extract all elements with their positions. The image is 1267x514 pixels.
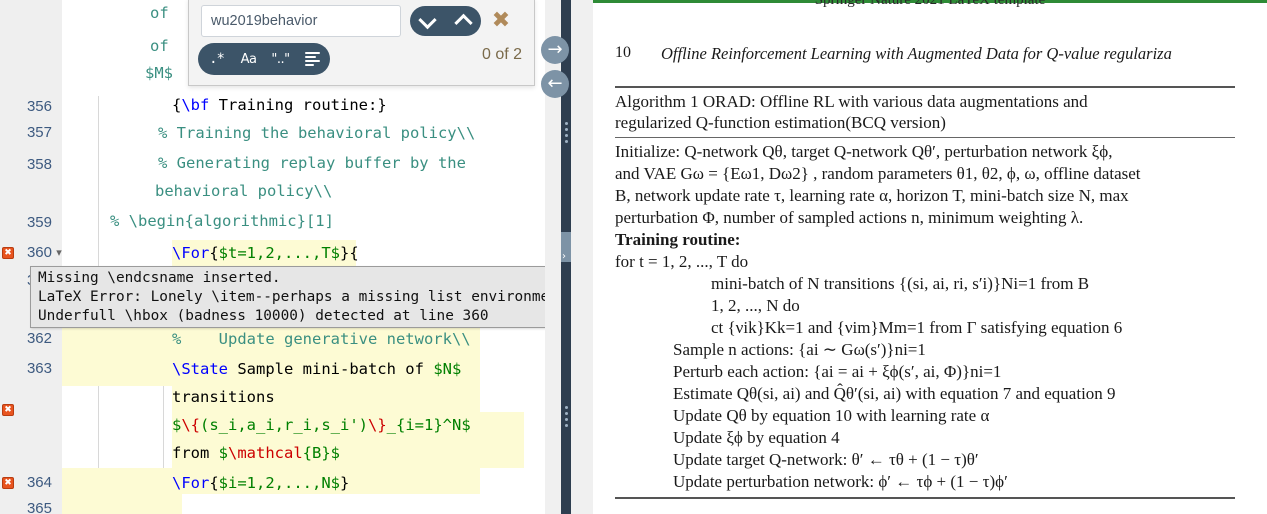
- error-tooltip-line-3: Underfull \hbox (badness 10000) detected…: [38, 308, 489, 324]
- code-line[interactable]: behavioral policy\\: [155, 178, 332, 204]
- line-number: 362: [26, 330, 52, 347]
- code-line[interactable]: \For{$i=1,2,...,N$}: [172, 470, 349, 496]
- editor-pane[interactable]: 356 357 358 359 360 361 362 363 364 365 …: [0, 0, 545, 514]
- close-icon: ✖: [491, 8, 511, 33]
- latex-editor-window: 356 357 358 359 360 361 362 363 364 365 …: [0, 0, 1267, 514]
- pdf-page-number: 10: [615, 44, 631, 61]
- sync-to-source-button[interactable]: ←: [541, 70, 569, 98]
- error-tooltip-line-2: LaTeX Error: Lonely \item--perhaps a mis…: [38, 289, 545, 305]
- code-line[interactable]: from $\mathcal{B}$: [172, 440, 340, 466]
- algorithm-body-line: Update Qθ by equation 10 with learning r…: [673, 406, 990, 425]
- error-marker-icon[interactable]: ✖: [2, 404, 14, 416]
- code-line[interactable]: {\bf Training routine:}: [172, 92, 387, 118]
- line-number: 357: [26, 124, 52, 141]
- find-next-button[interactable]: [410, 6, 445, 36]
- algorithm-body-line: Sample n actions: {ai ∼ Gω(s′)}ni=1: [673, 340, 926, 359]
- algorithm-body-line: for t = 1, 2, ..., T do: [615, 252, 749, 271]
- splitter-grip[interactable]: [562, 406, 570, 430]
- algorithm-body-line: perturbation Φ, number of sampled action…: [615, 208, 1084, 227]
- algorithm-rule-mid: [615, 137, 1235, 138]
- algorithm-body-line: Update target Q-network: θ′ ← τθ + (1 − …: [673, 450, 979, 469]
- search-in-selection-button[interactable]: [296, 43, 329, 75]
- algorithm-body-line: Estimate Qθ(si, ai) and Q̂θ′(si, ai) wit…: [673, 384, 1116, 403]
- search-input[interactable]: [201, 5, 401, 37]
- algorithm-rule-top: [615, 86, 1235, 88]
- find-previous-button[interactable]: [446, 6, 481, 36]
- lines-icon: [305, 52, 320, 66]
- code-line[interactable]: % Training the behavioral policy\\: [158, 120, 475, 146]
- error-marker-icon[interactable]: ✖: [2, 247, 14, 259]
- pdf-running-head: Springer Nature 2021 LaTeX template: [814, 0, 1046, 8]
- code-line[interactable]: $\{(s_i,a_i,r_i,s_i')\}_{i=1}^N$: [172, 412, 471, 438]
- pdf-article-title: Offline Reinforcement Learning with Augm…: [661, 44, 1172, 63]
- arrow-right-icon: →: [547, 39, 563, 60]
- code-line[interactable]: transitions: [172, 384, 275, 410]
- regex-toggle-button[interactable]: .*: [200, 43, 233, 75]
- find-nav-pill: [410, 6, 481, 36]
- chevron-right-icon: ›: [562, 251, 566, 262]
- error-marker-icon[interactable]: ✖: [2, 477, 14, 489]
- find-widget[interactable]: ✖ .* Aa ".." 0 of 2: [188, 0, 535, 86]
- fold-toggle-icon[interactable]: ▾: [54, 240, 64, 266]
- whole-word-icon: "..": [271, 51, 290, 67]
- algorithm-body-line: ct {νik}Kk=1 and {νim}Mm=1 from Γ satisf…: [711, 318, 1123, 337]
- arrow-left-icon: ←: [547, 73, 563, 94]
- find-options-pill: .* Aa "..": [198, 43, 330, 75]
- regex-icon: .*: [209, 51, 225, 67]
- algorithm-heading-line-1: Algorithm 1 ORAD: Offline RL with variou…: [615, 92, 1088, 111]
- code-line[interactable]: % Generating replay buffer by the: [158, 150, 466, 176]
- match-case-toggle-button[interactable]: Aa: [232, 43, 265, 75]
- algorithm-rule-bottom: [615, 497, 1235, 499]
- algorithm-body-line: Training routine:: [615, 230, 741, 249]
- code-line[interactable]: \For{$t=1,2,...,T$}{: [172, 240, 359, 266]
- algorithm-body-line: Update perturbation network: ϕ′ ← τϕ + (…: [673, 472, 1008, 491]
- algorithm-body-line: mini-batch of N transitions {(si, ai, ri…: [711, 274, 1090, 293]
- pdf-preview-pane[interactable]: Springer Nature 2021 LaTeX template 10 O…: [593, 0, 1267, 514]
- splitter-grip[interactable]: [562, 122, 570, 146]
- chevron-down-icon: [418, 10, 437, 29]
- algorithm-body-line: and VAE Gω = {Eω1, Dω2} , random paramet…: [615, 164, 1141, 183]
- code-line[interactable]: \State Sample mini-batch of $N$: [172, 356, 461, 382]
- algorithm-body-line: Update ξϕ by equation 4: [673, 428, 840, 447]
- match-case-icon: Aa: [240, 51, 257, 67]
- sync-to-pdf-button[interactable]: →: [541, 36, 569, 64]
- code-line[interactable]: of: [150, 33, 169, 59]
- match-count-label: 0 of 2: [481, 46, 522, 63]
- error-tooltip-line-1: Missing \endcsname inserted.: [38, 270, 281, 286]
- line-number: 356: [26, 98, 52, 115]
- code-line[interactable]: of: [150, 0, 169, 26]
- code-line[interactable]: % \begin{algorithmic}[1]: [110, 208, 334, 234]
- close-find-button[interactable]: ✖: [486, 6, 516, 36]
- line-number: 365: [26, 500, 52, 514]
- algorithm-body-line: Perturb each action: {ai = ai + ξϕ(s′, a…: [673, 362, 1002, 381]
- algorithm-body-line: B, network update rate τ, learning rate …: [615, 186, 1129, 205]
- chevron-up-icon: [454, 13, 473, 32]
- line-number: 358: [26, 156, 52, 173]
- algorithm-body-line: Initialize: Q-network Qθ, target Q-netwo…: [615, 142, 1113, 161]
- line-number: 363: [26, 360, 52, 377]
- code-line[interactable]: % Update generative network\\: [172, 326, 471, 352]
- code-line[interactable]: $M$: [145, 60, 173, 86]
- search-highlight: [62, 494, 182, 514]
- algorithm-heading-line-2: regularized Q-function estimation(BCQ ve…: [615, 113, 946, 132]
- line-number: 359: [26, 214, 52, 231]
- whole-word-toggle-button[interactable]: "..": [264, 43, 297, 75]
- algorithm-body-line: 1, 2, ..., N do: [711, 296, 800, 315]
- error-tooltip: Missing \endcsname inserted. LaTeX Error…: [30, 266, 545, 328]
